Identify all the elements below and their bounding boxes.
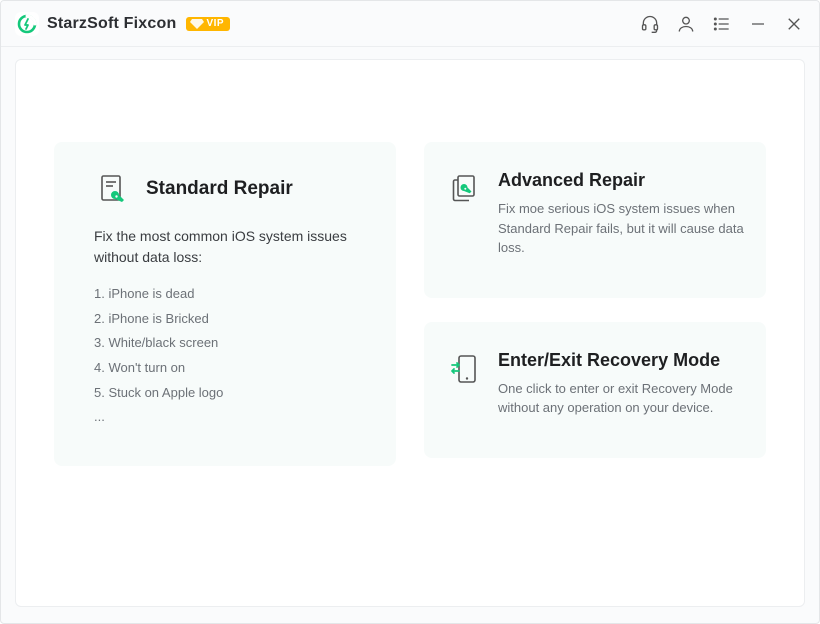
minimize-button[interactable] — [747, 13, 769, 35]
advanced-repair-desc: Fix moe serious iOS system issues when S… — [498, 199, 744, 258]
right-column: Advanced Repair Fix moe serious iOS syst… — [424, 142, 766, 566]
close-button[interactable] — [783, 13, 805, 35]
app-logo — [15, 12, 39, 36]
vip-label: VIP — [206, 18, 224, 29]
logo-icon — [17, 14, 37, 34]
recovery-mode-desc: One click to enter or exit Recovery Mode… — [498, 379, 744, 418]
app-title: StarzSoft Fixcon — [47, 15, 176, 33]
recovery-mode-title: Enter/Exit Recovery Mode — [498, 350, 744, 371]
advanced-repair-title: Advanced Repair — [498, 170, 744, 191]
standard-repair-title: Standard Repair — [146, 178, 293, 200]
account-button[interactable] — [675, 13, 697, 35]
phone-sync-icon — [447, 351, 483, 387]
recovery-mode-icon — [446, 350, 484, 388]
minimize-icon — [749, 15, 767, 33]
left-column: Standard Repair Fix the most common iOS … — [54, 142, 396, 566]
list-item: 4. Won't turn on — [94, 356, 360, 381]
app-window: StarzSoft Fixcon VIP — [0, 0, 820, 624]
standard-repair-intro: Fix the most common iOS system issues wi… — [94, 226, 360, 268]
list-item: 2. iPhone is Bricked — [94, 307, 360, 332]
document-wrench-icon — [95, 171, 131, 207]
list-item: 3. White/black screen — [94, 331, 360, 356]
documents-wrench-icon — [447, 171, 483, 207]
support-button[interactable] — [639, 13, 661, 35]
titlebar-controls — [639, 13, 805, 35]
standard-repair-card[interactable]: Standard Repair Fix the most common iOS … — [54, 142, 396, 466]
standard-card-header: Standard Repair — [94, 170, 360, 208]
advanced-repair-icon — [446, 170, 484, 208]
menu-list-icon — [712, 14, 732, 34]
person-icon — [676, 14, 696, 34]
headset-icon — [640, 14, 660, 34]
recovery-card-header: Enter/Exit Recovery Mode One click to en… — [446, 350, 744, 418]
list-item: 5. Stuck on Apple logo — [94, 381, 360, 406]
standard-issue-list: 1. iPhone is dead 2. iPhone is Bricked 3… — [94, 282, 360, 430]
vip-diamond-icon — [190, 18, 204, 30]
list-item: 1. iPhone is dead — [94, 282, 360, 307]
standard-repair-icon — [94, 170, 132, 208]
recovery-mode-card[interactable]: Enter/Exit Recovery Mode One click to en… — [424, 322, 766, 458]
vip-badge[interactable]: VIP — [186, 17, 230, 31]
list-item: ... — [94, 405, 360, 430]
main-content: Standard Repair Fix the most common iOS … — [15, 59, 805, 607]
advanced-card-header: Advanced Repair Fix moe serious iOS syst… — [446, 170, 744, 258]
advanced-repair-card[interactable]: Advanced Repair Fix moe serious iOS syst… — [424, 142, 766, 298]
close-icon — [785, 15, 803, 33]
titlebar: StarzSoft Fixcon VIP — [1, 1, 819, 47]
menu-button[interactable] — [711, 13, 733, 35]
